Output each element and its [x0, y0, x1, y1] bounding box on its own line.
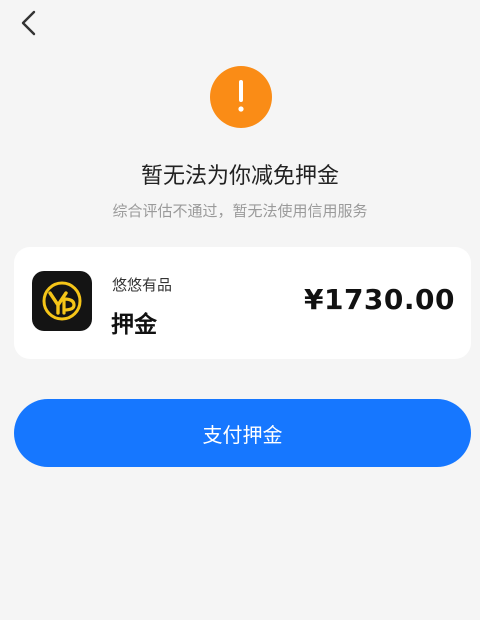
status-title: 暂无法为你减免押金 [140, 164, 339, 189]
deposit-amount: ¥1730.00 [303, 283, 455, 316]
chevron-left-icon [21, 10, 36, 36]
status-subtitle: 综合评估不通过，暂无法使用信用服务 [112, 202, 368, 220]
warning-icon [210, 66, 272, 128]
back-button[interactable] [14, 8, 44, 38]
deposit-card: 悠悠有品 押金 ¥1730.00 [14, 247, 471, 359]
merchant-name: 悠悠有品 [112, 276, 173, 294]
deposit-item-label: 押金 [111, 312, 157, 338]
pay-deposit-button[interactable]: 支付押金 [14, 399, 471, 467]
merchant-logo-icon [32, 271, 92, 331]
